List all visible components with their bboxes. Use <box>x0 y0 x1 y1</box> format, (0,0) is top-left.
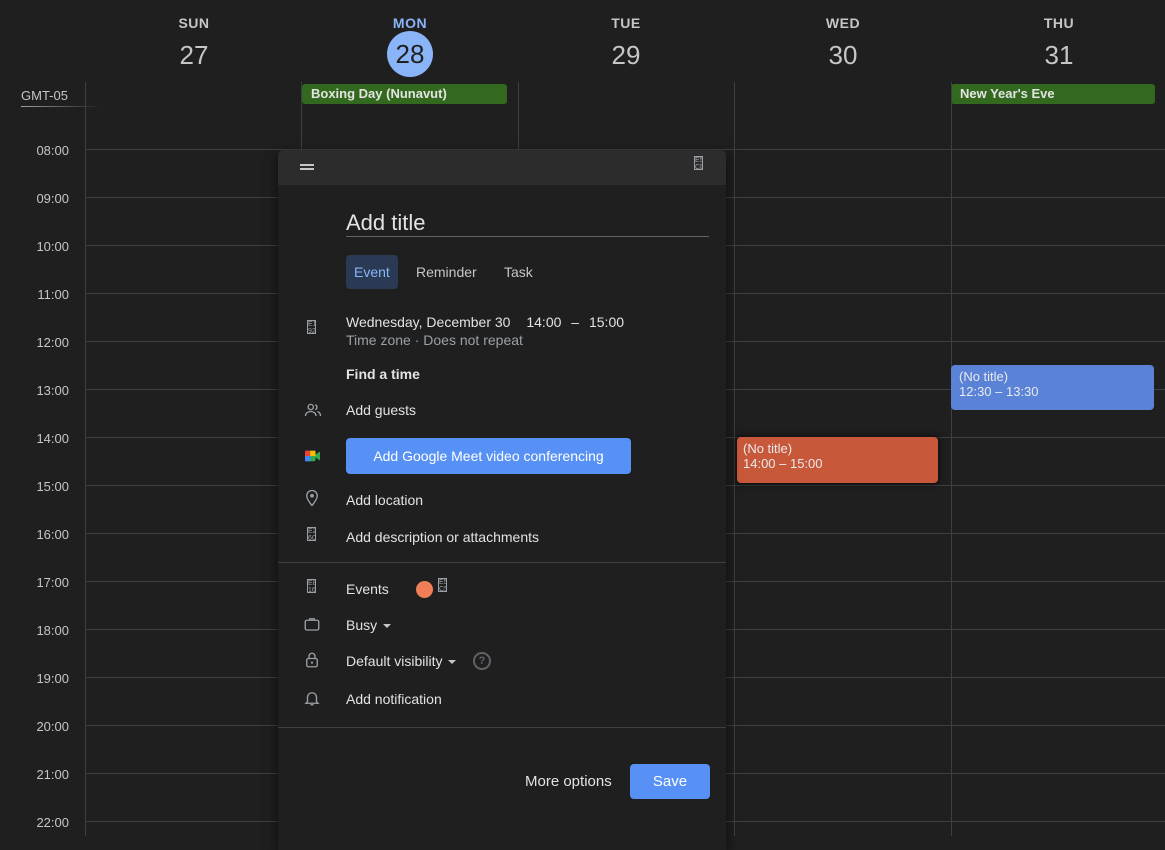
day-name: MON <box>392 15 428 31</box>
day-number-today[interactable]: 28 <box>387 31 433 77</box>
chevron-down-icon <box>448 660 457 665</box>
add-location-field[interactable]: Add location <box>346 492 423 508</box>
datetime-row[interactable]: Wednesday, December 30 14:00 – 15:00 <box>346 314 624 330</box>
day-number[interactable]: 31 <box>1036 38 1082 72</box>
availability-select[interactable]: Busy <box>346 617 392 633</box>
event-title: (No title) <box>959 369 1009 384</box>
event-thu[interactable]: (No title) 12:30 – 13:30 <box>951 365 1154 410</box>
tab-event[interactable]: Event <box>346 255 398 289</box>
tab-task[interactable]: Task <box>496 255 541 289</box>
add-description-field[interactable]: Add description or attachments <box>346 529 539 545</box>
find-time-link[interactable]: Find a time <box>346 366 420 382</box>
calendar-icon: E8 16 <box>307 579 316 593</box>
divider <box>278 727 726 728</box>
date-text[interactable]: Wednesday, December 30 <box>346 314 510 330</box>
add-meet-button[interactable]: Add Google Meet video conferencing <box>346 438 631 474</box>
hour-label: 10:00 <box>36 239 69 254</box>
allday-event-boxing-day[interactable]: Boxing Day (Nunavut) <box>302 84 507 104</box>
start-time[interactable]: 14:00 <box>526 314 561 330</box>
event-time: 12:30 – 13:30 <box>959 384 1039 399</box>
grid-column-divider <box>951 82 952 836</box>
hour-label: 12:00 <box>36 335 69 350</box>
close-icon[interactable]: E5 CD <box>694 156 703 170</box>
hour-label: 22:00 <box>36 815 69 830</box>
end-time[interactable]: 15:00 <box>589 314 624 330</box>
timezone-repeat[interactable]: Time zone · Does not repeat <box>346 332 523 348</box>
hour-label: 14:00 <box>36 431 69 446</box>
more-options-button[interactable]: More options <box>521 764 616 800</box>
hour-label: 13:00 <box>36 383 69 398</box>
hour-label: 16:00 <box>36 527 69 542</box>
help-icon[interactable]: ? <box>473 652 491 670</box>
drag-handle-icon[interactable] <box>300 164 314 170</box>
calendar-select[interactable]: Events <box>346 581 389 597</box>
hour-label: 18:00 <box>36 623 69 638</box>
hour-label: 15:00 <box>36 479 69 494</box>
visibility-select[interactable]: Default visibility <box>346 653 457 669</box>
hour-label: 21:00 <box>36 767 69 782</box>
chevron-down-icon <box>383 624 392 629</box>
location-pin-icon <box>306 489 318 507</box>
grid-column-divider <box>85 82 86 836</box>
day-number[interactable]: 30 <box>820 38 866 72</box>
hour-label: 09:00 <box>36 191 69 206</box>
people-icon <box>304 403 322 417</box>
day-number[interactable]: 29 <box>603 38 649 72</box>
hour-label: 17:00 <box>36 575 69 590</box>
grid-column-divider <box>734 82 735 836</box>
title-input[interactable] <box>346 210 709 237</box>
hour-label: 19:00 <box>36 671 69 686</box>
description-icon: E2 6C <box>307 527 316 541</box>
hour-label: 20:00 <box>36 719 69 734</box>
day-name: SUN <box>178 15 210 31</box>
dialog-header[interactable]: E5 CD <box>278 150 726 185</box>
bell-icon <box>304 692 320 706</box>
add-notification-field[interactable]: Add notification <box>346 691 442 707</box>
event-title: (No title) <box>743 441 793 456</box>
event-time: 14:00 – 15:00 <box>743 456 823 471</box>
lock-icon <box>306 652 318 668</box>
google-meet-icon <box>305 450 320 462</box>
calendar-color-dot[interactable] <box>416 581 433 598</box>
tab-reminder[interactable]: Reminder <box>408 255 485 289</box>
timezone-label: GMT-05 <box>21 88 68 103</box>
day-name: THU <box>1043 15 1075 31</box>
day-number[interactable]: 27 <box>171 38 217 72</box>
day-name: WED <box>825 15 861 31</box>
add-guests-field[interactable]: Add guests <box>346 402 416 418</box>
event-draft-wed[interactable]: (No title) 14:00 – 15:00 <box>737 437 938 483</box>
briefcase-icon <box>304 618 320 631</box>
color-dropdown-icon[interactable]: E5 C5 <box>438 578 447 592</box>
clock-icon: E1 92 <box>307 320 316 334</box>
save-button[interactable]: Save <box>630 764 710 799</box>
allday-event-new-years-eve[interactable]: New Year's Eve <box>951 84 1155 104</box>
visibility-value: Default visibility <box>346 653 443 669</box>
hour-label: 08:00 <box>36 143 69 158</box>
hour-label: 11:00 <box>37 287 69 302</box>
availability-value: Busy <box>346 617 378 633</box>
timezone-underline <box>21 106 101 107</box>
time-dash: – <box>571 314 580 330</box>
event-quick-create-dialog: E5 CD Event Reminder Task E1 92 Wednesda… <box>278 150 726 850</box>
day-name: TUE <box>611 15 641 31</box>
divider <box>278 562 726 563</box>
